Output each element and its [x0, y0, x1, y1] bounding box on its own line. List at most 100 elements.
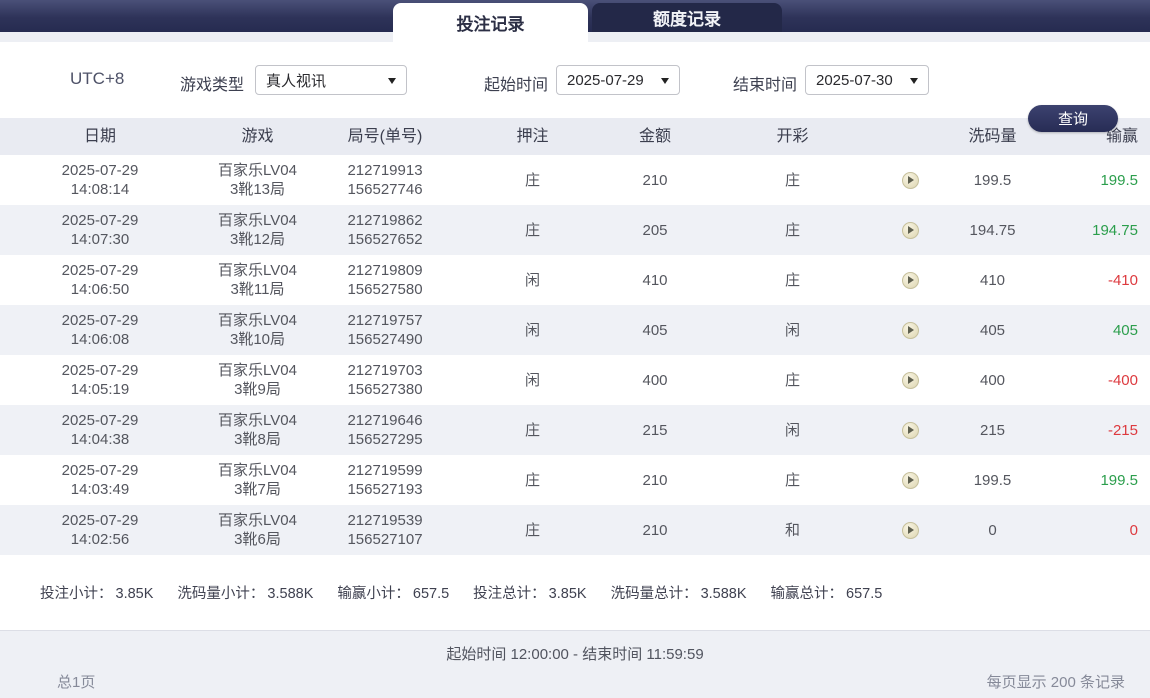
cell-game: 百家乐LV04 3靴8局	[218, 412, 297, 448]
cell-winloss: 0	[1129, 521, 1138, 539]
cell-bet: 庄	[524, 471, 540, 489]
start-date-select[interactable]: 2025-07-29	[556, 65, 680, 95]
footer: 起始时间 12:00:00 - 结束时间 11:59:59 总1页 每页显示 2…	[0, 630, 1150, 698]
cell-rolling: 194.75	[969, 221, 1016, 239]
cell-winloss: -410	[1107, 271, 1138, 289]
play-triangle	[908, 376, 914, 384]
cell-bet: 闲	[524, 371, 540, 389]
cell-winloss: -215	[1107, 421, 1138, 439]
replay-play-icon[interactable]	[901, 271, 919, 289]
cell-game: 百家乐LV04 3靴6局	[218, 512, 297, 548]
game-type-value: 真人视讯	[266, 72, 327, 90]
header-game: 游戏	[241, 128, 274, 145]
summary-item: 投注小计： 3.85K	[40, 582, 153, 603]
table-row: 2025-07-29 14:06:50 百家乐LV04 3靴11局 21271980…	[0, 255, 1150, 305]
play-triangle	[908, 226, 914, 234]
cell-bet: 庄	[524, 521, 540, 539]
page-count: 总1页	[57, 674, 96, 691]
summary-value: 3.588K	[267, 586, 314, 602]
cell-round: 212719862 156527652	[347, 212, 423, 248]
play-triangle	[908, 476, 914, 484]
cell-datetime: 2025-07-29 14:02:56	[61, 512, 139, 548]
start-date-value: 2025-07-29	[567, 71, 644, 89]
summary-item: 洗码量小计： 3.588K	[177, 582, 313, 603]
end-date-select[interactable]: 2025-07-30	[805, 65, 929, 95]
dropdown-caret-icon	[388, 78, 396, 84]
play-triangle	[908, 526, 914, 534]
cell-game: 百家乐LV04 3靴13局	[218, 162, 297, 198]
tab-bet-records[interactable]: 投注记录	[393, 3, 588, 42]
summary-label: 输赢总计：	[770, 586, 844, 602]
cell-replay	[885, 171, 935, 189]
summary-item: 洗码量总计： 3.588K	[611, 582, 747, 603]
replay-play-icon[interactable]	[901, 471, 919, 489]
summary-label: 洗码量小计：	[177, 586, 265, 602]
cell-game: 百家乐LV04 3靴7局	[218, 462, 297, 498]
summary-item: 输赢总计： 657.5	[771, 582, 883, 603]
query-button[interactable]: 查询	[1028, 105, 1118, 132]
cell-replay	[885, 471, 935, 489]
start-time-label: 起始时间	[484, 77, 549, 94]
header-bet: 押注	[516, 128, 549, 145]
summary-bar: 投注小计： 3.85K 洗码量小计： 3.588K 输赢小计： 657.5 投注总计：…	[0, 555, 1150, 630]
replay-play-icon[interactable]	[901, 321, 919, 339]
replay-play-icon[interactable]	[901, 221, 919, 239]
table-row: 2025-07-29 14:06:08 百家乐LV04 3靴10局 21271975…	[0, 305, 1150, 355]
header-amount: 金额	[638, 128, 671, 145]
summary-value: 3.85K	[548, 586, 587, 602]
timezone-label: UTC+8	[70, 69, 125, 88]
summary-value: 3.588K	[700, 586, 747, 602]
cell-datetime: 2025-07-29 14:03:49	[61, 462, 139, 498]
cell-rolling: 215	[979, 421, 1006, 439]
game-type-label: 游戏类型	[180, 77, 245, 94]
end-date-value: 2025-07-30	[816, 71, 893, 89]
cell-round: 212719913 156527746	[347, 162, 423, 198]
cell-bet: 庄	[524, 421, 540, 439]
cell-amount: 210	[642, 171, 668, 189]
cell-result: 闲	[784, 321, 800, 339]
cell-amount: 210	[642, 471, 668, 489]
cell-amount: 400	[642, 371, 668, 389]
replay-play-icon[interactable]	[901, 421, 919, 439]
replay-play-icon[interactable]	[901, 171, 919, 189]
summary-label: 投注总计：	[473, 586, 546, 602]
cell-amount: 410	[642, 271, 668, 289]
game-type-select[interactable]: 真人视讯	[255, 65, 407, 95]
cell-amount: 205	[642, 221, 668, 239]
cell-round: 212719539 156527107	[347, 512, 423, 548]
tab-quota-records[interactable]: 额度记录	[592, 3, 782, 32]
cell-datetime: 2025-07-29 14:05:19	[61, 362, 139, 398]
cell-amount: 215	[642, 421, 668, 439]
cell-result: 庄	[784, 371, 800, 389]
table-row: 2025-07-29 14:02:56 百家乐LV04 3靴6局 212719539…	[0, 505, 1150, 555]
cell-result: 闲	[784, 421, 800, 439]
header-round: 局号(单号)	[347, 128, 423, 145]
summary-value: 3.85K	[115, 586, 154, 602]
replay-play-icon[interactable]	[901, 371, 919, 389]
cell-round: 212719703 156527380	[347, 362, 423, 398]
play-triangle	[908, 326, 914, 334]
cell-result: 和	[784, 521, 800, 539]
cell-replay	[885, 271, 935, 289]
cell-replay	[885, 371, 935, 389]
dropdown-caret-icon	[910, 78, 918, 84]
cell-winloss: -400	[1107, 371, 1138, 389]
cell-bet: 闲	[524, 321, 540, 339]
cell-replay	[885, 421, 935, 439]
table-row: 2025-07-29 14:03:49 百家乐LV04 3靴7局 212719599…	[0, 455, 1150, 505]
cell-bet: 庄	[524, 221, 540, 239]
table-row: 2025-07-29 14:07:30 百家乐LV04 3靴12局 21271986…	[0, 205, 1150, 255]
cell-game: 百家乐LV04 3靴10局	[218, 312, 297, 348]
cell-result: 庄	[784, 271, 800, 289]
filter-bar: UTC+8 游戏类型 真人视讯 起始时间 2025-07-29 结束时间 202…	[0, 42, 1150, 132]
header-result: 开彩	[776, 128, 809, 145]
cell-replay	[885, 321, 935, 339]
replay-play-icon[interactable]	[901, 521, 919, 539]
cell-winloss: 199.5	[1100, 171, 1138, 189]
play-triangle	[908, 426, 914, 434]
cell-result: 庄	[784, 171, 800, 189]
cell-replay	[885, 521, 935, 539]
summary-label: 投注小计：	[40, 586, 113, 602]
cell-rolling: 199.5	[973, 171, 1012, 189]
cell-game: 百家乐LV04 3靴9局	[218, 362, 297, 398]
